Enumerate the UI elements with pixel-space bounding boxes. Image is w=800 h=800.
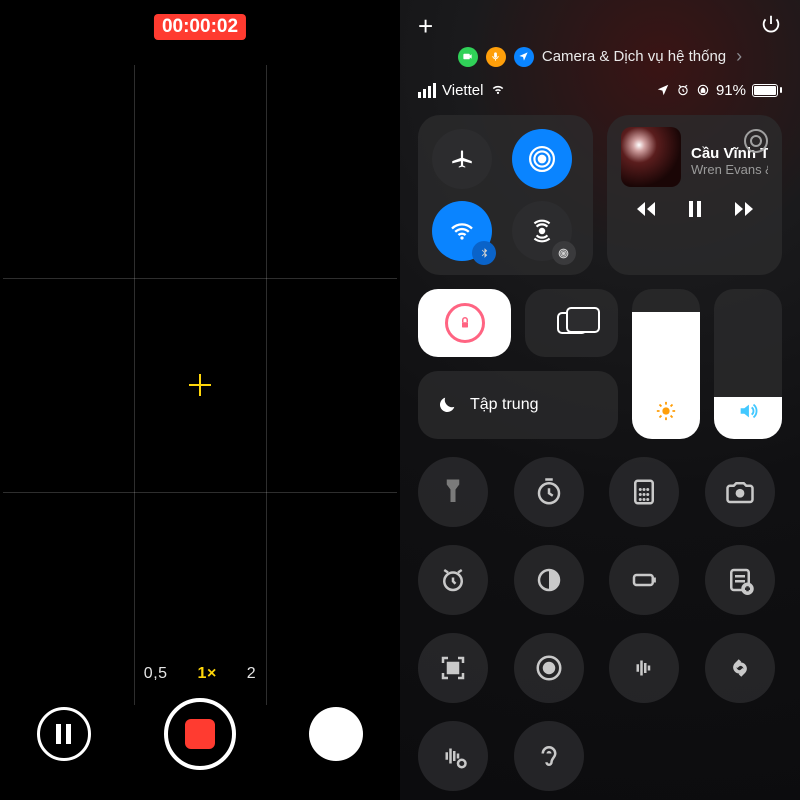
airplane-mode-toggle[interactable]: [432, 129, 492, 189]
control-center: + Camera & Dịch vụ hệ thống › Viettel 91…: [400, 0, 800, 800]
battery-icon: [752, 84, 782, 97]
calculator-button[interactable]: [609, 457, 679, 527]
mic-indicator-icon: [486, 47, 506, 67]
grid-line: [266, 65, 267, 705]
media-panel[interactable]: Cầu Vĩnh Tuy Wren Evans & its: [607, 115, 782, 275]
location-indicator-icon: [514, 47, 534, 67]
status-bar: Viettel 91%: [418, 79, 782, 101]
track-artist: Wren Evans & its: [691, 162, 768, 177]
alarm-status-icon: [676, 83, 690, 97]
camera-shortcut-button[interactable]: [705, 457, 775, 527]
pause-button[interactable]: [37, 707, 91, 761]
qr-scan-button[interactable]: [418, 633, 488, 703]
shutter-button[interactable]: [164, 698, 236, 770]
zoom-selector[interactable]: 0,5 1× 2: [0, 665, 400, 683]
shortcut-grid: [418, 453, 782, 791]
flashlight-button[interactable]: [418, 457, 488, 527]
hearing-button[interactable]: [514, 721, 584, 791]
camera-controls: [0, 698, 400, 770]
stop-icon: [185, 719, 215, 749]
privacy-indicator-row[interactable]: Camera & Dịch vụ hệ thống ›: [418, 46, 782, 67]
cellular-data-toggle[interactable]: [512, 201, 572, 261]
brightness-slider[interactable]: [632, 289, 700, 439]
moon-icon: [436, 394, 458, 416]
focus-crosshair-icon: [189, 374, 211, 396]
pause-icon: [56, 724, 71, 744]
timer-button[interactable]: [514, 457, 584, 527]
chevron-right-icon: ›: [736, 46, 742, 67]
zoom-option-active[interactable]: 1×: [198, 665, 217, 683]
connectivity-panel[interactable]: [418, 115, 593, 275]
airdrop-toggle[interactable]: [512, 129, 572, 189]
next-track-button[interactable]: [732, 197, 756, 226]
volume-icon: [737, 400, 759, 427]
shazam-button[interactable]: [705, 633, 775, 703]
power-button[interactable]: [760, 13, 782, 40]
low-power-button[interactable]: [609, 545, 679, 615]
wifi-toggle[interactable]: [432, 201, 492, 261]
screen-mirroring-icon: [557, 312, 587, 334]
volume-slider[interactable]: [714, 289, 782, 439]
privacy-label: Camera & Dịch vụ hệ thống: [542, 48, 726, 65]
wifi-icon: [489, 79, 507, 101]
camera-viewfinder[interactable]: [3, 65, 397, 705]
focus-label: Tập trung: [470, 396, 538, 414]
orientation-lock-icon: [445, 303, 485, 343]
dark-mode-button[interactable]: [514, 545, 584, 615]
recording-time-badge: 00:00:02: [154, 14, 246, 40]
orientation-lock-status-icon: [696, 83, 710, 97]
hotspot-mini-toggle[interactable]: [552, 241, 576, 265]
bluetooth-mini-toggle[interactable]: [472, 241, 496, 265]
screen-mirroring-button[interactable]: [525, 289, 618, 357]
grid-line: [134, 65, 135, 705]
carrier-label: Viettel: [442, 82, 483, 99]
brightness-icon: [655, 400, 677, 427]
flip-camera-button[interactable]: [309, 707, 363, 761]
airplay-output-button[interactable]: [744, 129, 768, 153]
camera-app: 00:00:02 0,5 1× 2: [0, 0, 400, 800]
alarm-button[interactable]: [418, 545, 488, 615]
zoom-option[interactable]: 2: [247, 665, 256, 683]
add-control-button[interactable]: +: [418, 11, 433, 42]
battery-percent: 91%: [716, 82, 746, 99]
prev-track-button[interactable]: [634, 197, 658, 226]
focus-mode-button[interactable]: Tập trung: [418, 371, 618, 439]
screen-record-button[interactable]: [514, 633, 584, 703]
grid-line: [3, 278, 397, 279]
grid-line: [3, 492, 397, 493]
camera-indicator-icon: [458, 47, 478, 67]
sound-recognition-button[interactable]: [609, 633, 679, 703]
location-status-icon: [656, 83, 670, 97]
album-art: [621, 127, 681, 187]
cellular-signal-icon: [418, 83, 436, 98]
music-haptics-button[interactable]: [418, 721, 488, 791]
zoom-option[interactable]: 0,5: [144, 665, 168, 683]
play-pause-button[interactable]: [683, 197, 707, 226]
orientation-lock-toggle[interactable]: [418, 289, 511, 357]
notes-button[interactable]: [705, 545, 775, 615]
